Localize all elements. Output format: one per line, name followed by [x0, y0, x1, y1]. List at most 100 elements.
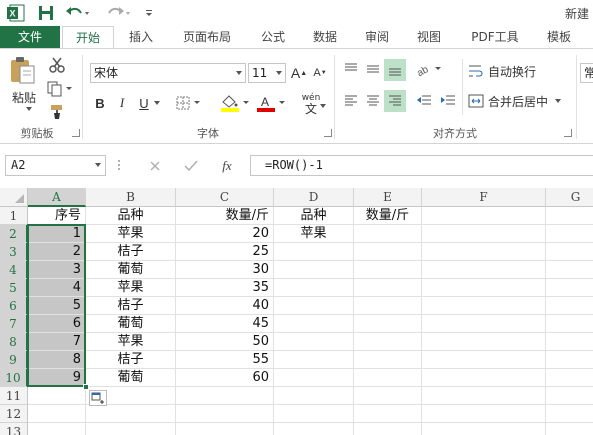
- cell-f11[interactable]: [422, 387, 546, 405]
- formula-bar-splitter-icon[interactable]: [116, 158, 122, 172]
- cell-f4[interactable]: [422, 261, 546, 279]
- cell-a8[interactable]: 7: [28, 333, 86, 351]
- cell-f10[interactable]: [422, 369, 546, 387]
- number-format-combo[interactable]: 常: [580, 63, 593, 83]
- cell-f6[interactable]: [422, 297, 546, 315]
- row-header-5[interactable]: 5: [0, 279, 28, 297]
- cell-g2[interactable]: [546, 225, 593, 243]
- cell-d8[interactable]: [274, 333, 354, 351]
- align-top-icon[interactable]: [342, 59, 360, 79]
- grow-font-icon[interactable]: A ▲: [290, 63, 308, 83]
- tab-review[interactable]: 审阅: [354, 26, 400, 49]
- row-header-1[interactable]: 1: [0, 207, 28, 225]
- cell-d9[interactable]: [274, 351, 354, 369]
- cell-g12[interactable]: [546, 405, 593, 423]
- cell-a7[interactable]: 6: [28, 315, 86, 333]
- align-center-icon[interactable]: [364, 91, 382, 111]
- cell-e9[interactable]: [354, 351, 422, 369]
- increase-indent-icon[interactable]: [438, 91, 458, 111]
- font-launcher-icon[interactable]: [324, 129, 332, 137]
- undo-icon[interactable]: [64, 3, 92, 23]
- cell-g6[interactable]: [546, 297, 593, 315]
- row-header-9[interactable]: 9: [0, 351, 28, 369]
- cell-g1[interactable]: [546, 207, 593, 225]
- name-box[interactable]: A2: [5, 155, 106, 176]
- cell-b9[interactable]: 桔子: [86, 351, 176, 369]
- underline-button[interactable]: U: [136, 93, 152, 113]
- cell-g3[interactable]: [546, 243, 593, 261]
- format-painter-icon[interactable]: [46, 103, 68, 121]
- cell-f1[interactable]: [422, 207, 546, 225]
- cell-a6[interactable]: 5: [28, 297, 86, 315]
- font-color-icon[interactable]: A: [254, 93, 288, 113]
- cell-b6[interactable]: 桔子: [86, 297, 176, 315]
- decrease-indent-icon[interactable]: [414, 91, 434, 111]
- cell-b5[interactable]: 苹果: [86, 279, 176, 297]
- cell-c8[interactable]: 50: [176, 333, 274, 351]
- cell-c7[interactable]: 45: [176, 315, 274, 333]
- underline-dropdown-icon[interactable]: [152, 93, 162, 113]
- save-icon[interactable]: [36, 3, 56, 23]
- cell-f5[interactable]: [422, 279, 546, 297]
- paste-button[interactable]: 粘贴: [8, 89, 40, 105]
- tab-home[interactable]: 开始: [62, 26, 114, 50]
- cell-c1[interactable]: 数量/斤: [176, 207, 274, 225]
- tab-page-layout[interactable]: 页面布局: [170, 26, 244, 49]
- cell-d6[interactable]: [274, 297, 354, 315]
- cell-b7[interactable]: 葡萄: [86, 315, 176, 333]
- cell-a3[interactable]: 2: [28, 243, 86, 261]
- tab-pdf-tools[interactable]: PDF工具: [464, 26, 526, 49]
- cell-d3[interactable]: [274, 243, 354, 261]
- row-header-2[interactable]: 2: [0, 225, 28, 243]
- cell-b4[interactable]: 葡萄: [86, 261, 176, 279]
- spreadsheet-grid[interactable]: A B C D E F G 1 序号 品种 数量/斤 品种 数量/斤 2 1 苹果 20 苹果 3 2 桔子 25 4 3 葡萄…: [0, 188, 593, 435]
- tab-data[interactable]: 数据: [302, 26, 348, 49]
- cell-d11[interactable]: [274, 387, 354, 405]
- cell-a10[interactable]: 9: [28, 369, 86, 387]
- cell-d13[interactable]: [274, 423, 354, 435]
- cell-c11[interactable]: [176, 387, 274, 405]
- cell-c12[interactable]: [176, 405, 274, 423]
- cut-icon[interactable]: [46, 55, 68, 75]
- cell-f7[interactable]: [422, 315, 546, 333]
- wrap-text-button[interactable]: 自动换行: [468, 61, 568, 81]
- cell-c2[interactable]: 20: [176, 225, 274, 243]
- cell-b2[interactable]: 苹果: [86, 225, 176, 243]
- cell-d10[interactable]: [274, 369, 354, 387]
- cell-b1[interactable]: 品种: [86, 207, 176, 225]
- cell-f13[interactable]: [422, 423, 546, 435]
- align-middle-icon[interactable]: [364, 59, 382, 79]
- cell-g7[interactable]: [546, 315, 593, 333]
- tab-insert[interactable]: 插入: [118, 26, 164, 49]
- cell-d5[interactable]: [274, 279, 354, 297]
- copy-icon[interactable]: [46, 79, 74, 99]
- cell-e5[interactable]: [354, 279, 422, 297]
- row-header-4[interactable]: 4: [0, 261, 28, 279]
- cell-e12[interactable]: [354, 405, 422, 423]
- cell-e3[interactable]: [354, 243, 422, 261]
- cell-f2[interactable]: [422, 225, 546, 243]
- cell-a9[interactable]: 8: [28, 351, 86, 369]
- formula-input[interactable]: =ROW()-1: [250, 155, 593, 176]
- borders-icon[interactable]: [174, 93, 204, 113]
- cancel-icon[interactable]: [144, 156, 166, 176]
- cell-d7[interactable]: [274, 315, 354, 333]
- column-header-a[interactable]: A: [28, 188, 86, 207]
- row-header-7[interactable]: 7: [0, 315, 28, 333]
- cell-b12[interactable]: [86, 405, 176, 423]
- cell-d12[interactable]: [274, 405, 354, 423]
- cell-b13[interactable]: [86, 423, 176, 435]
- cell-f8[interactable]: [422, 333, 546, 351]
- shrink-font-icon[interactable]: A ▼: [312, 63, 328, 83]
- clipboard-launcher-icon[interactable]: [72, 129, 80, 137]
- cell-a11[interactable]: [28, 387, 86, 405]
- customize-qat-icon[interactable]: [142, 3, 156, 23]
- row-header-6[interactable]: 6: [0, 297, 28, 315]
- redo-icon[interactable]: [104, 3, 132, 23]
- font-size-combo[interactable]: 11: [248, 63, 286, 83]
- cell-f12[interactable]: [422, 405, 546, 423]
- row-header-13[interactable]: 13: [0, 423, 28, 435]
- column-header-e[interactable]: E: [354, 188, 422, 207]
- cell-b8[interactable]: 苹果: [86, 333, 176, 351]
- column-header-d[interactable]: D: [274, 188, 354, 207]
